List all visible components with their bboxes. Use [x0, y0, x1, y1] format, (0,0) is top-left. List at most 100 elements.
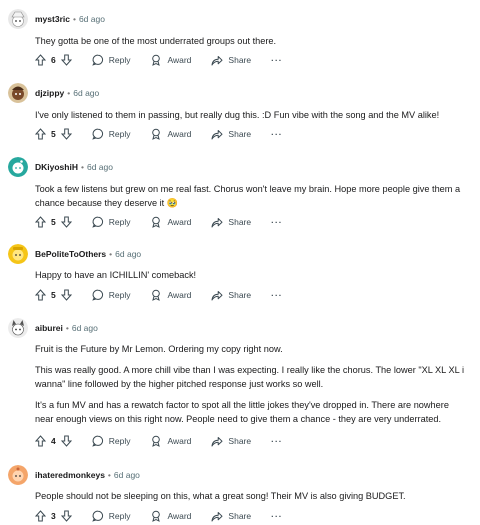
avatar[interactable]: [8, 9, 28, 29]
username[interactable]: ihateredmonkeys: [35, 470, 105, 480]
comment-body: Happy to have an ICHILLIN' comeback!: [35, 268, 465, 289]
comment-paragraph: It's a fun MV and has a rewatch factor t…: [35, 400, 449, 424]
reply-label: Reply: [108, 290, 131, 300]
comment-age[interactable]: 6d ago: [87, 162, 113, 172]
more-options-icon[interactable]: ···: [271, 511, 283, 521]
share-button[interactable]: Share: [211, 54, 251, 66]
reply-button[interactable]: Reply: [91, 289, 131, 301]
vote-count: 4: [51, 436, 56, 446]
reply-button[interactable]: Reply: [91, 510, 131, 522]
award-button[interactable]: Award: [150, 510, 191, 522]
reply-button[interactable]: Reply: [91, 54, 130, 66]
comment-age[interactable]: 6d ago: [115, 249, 141, 259]
share-arrow-icon: [211, 437, 223, 447]
downvote-icon[interactable]: [60, 54, 72, 66]
reply-button[interactable]: Reply: [91, 435, 131, 447]
reply-label: Reply: [108, 129, 131, 139]
comment-age[interactable]: 6d ago: [73, 88, 99, 98]
username[interactable]: myst3ric: [35, 14, 70, 24]
share-arrow-icon: [211, 218, 223, 228]
username[interactable]: djzippy: [35, 88, 64, 98]
comment-meta: ihateredmonkeys • 6d ago: [35, 469, 140, 481]
vote-count: 5: [51, 129, 56, 139]
avatar[interactable]: [8, 244, 28, 264]
more-options-icon[interactable]: ···: [271, 436, 283, 446]
reply-bubble-icon: [91, 128, 103, 140]
downvote-icon[interactable]: [60, 289, 72, 301]
award-button[interactable]: Award: [150, 289, 191, 301]
vote-count: 6: [51, 55, 56, 65]
upvote-icon[interactable]: [35, 510, 46, 522]
comment: djzippy • 6d ago I've only listened to the…: [0, 83, 480, 143]
comment-body: Took a few listens but grew on me real f…: [35, 182, 465, 217]
comment-actions: 3 Reply Award Share ···: [35, 509, 283, 523]
more-options-icon[interactable]: ···: [271, 55, 283, 65]
downvote-icon[interactable]: [60, 510, 72, 522]
downvote-icon[interactable]: [60, 216, 72, 228]
award-icon: [152, 435, 161, 447]
share-button[interactable]: Share: [211, 128, 251, 140]
reply-bubble-icon: [91, 435, 103, 447]
comment-actions: 5 Reply Award Share ···: [35, 215, 283, 229]
reply-label: Reply: [108, 436, 131, 446]
downvote-icon[interactable]: [60, 128, 72, 140]
comment-actions: 6 Reply Award Share ···: [35, 53, 283, 67]
reply-label: Reply: [108, 217, 131, 227]
award-button[interactable]: Award: [150, 216, 191, 228]
share-label: Share: [228, 129, 252, 139]
share-button[interactable]: Share: [211, 216, 251, 228]
vote-control: 6: [35, 54, 72, 66]
comment-meta: BePoliteToOthers • 6d ago: [35, 248, 141, 260]
comment: BePoliteToOthers • 6d ago Happy to have an…: [0, 244, 480, 304]
avatar[interactable]: [8, 157, 28, 177]
upvote-icon[interactable]: [35, 435, 46, 447]
reply-button[interactable]: Reply: [91, 128, 131, 140]
comment-age[interactable]: 6d ago: [72, 323, 98, 333]
vote-count: 5: [51, 217, 56, 227]
comment-age[interactable]: 6d ago: [114, 470, 140, 480]
reply-button[interactable]: Reply: [91, 216, 131, 228]
vote-count: 5: [51, 290, 56, 300]
username[interactable]: DKiyoshiH: [35, 162, 78, 172]
more-options-icon[interactable]: ···: [271, 129, 283, 139]
username[interactable]: aiburei: [35, 323, 63, 333]
upvote-icon[interactable]: [35, 289, 46, 301]
vote-control: 5: [35, 128, 72, 140]
upvote-icon[interactable]: [35, 54, 46, 66]
share-button[interactable]: Share: [211, 435, 251, 447]
more-options-icon[interactable]: ···: [271, 290, 283, 300]
vote-control: 4: [35, 435, 72, 447]
award-button[interactable]: Award: [150, 435, 191, 447]
comment-age[interactable]: 6d ago: [79, 14, 105, 24]
comment-paragraph: Took a few listens but grew on me real f…: [35, 184, 461, 208]
award-icon: [152, 128, 161, 140]
comment: DKiyoshiH • 6d ago Took a few listens but …: [0, 157, 480, 231]
reply-label: Reply: [108, 511, 131, 521]
comment-paragraph: They gotta be one of the most underrated…: [35, 36, 277, 46]
upvote-icon[interactable]: [35, 128, 46, 140]
reply-bubble-icon: [91, 289, 103, 301]
comment-paragraph: People should not be sleeping on this, w…: [35, 491, 406, 501]
meta-separator: •: [67, 88, 71, 98]
share-arrow-icon: [211, 130, 223, 140]
vote-count: 3: [51, 511, 56, 521]
avatar[interactable]: [8, 83, 28, 103]
award-button[interactable]: Award: [150, 128, 191, 140]
award-button[interactable]: Award: [150, 54, 191, 66]
meta-separator: •: [80, 162, 84, 172]
downvote-icon[interactable]: [60, 435, 72, 447]
comment-meta: DKiyoshiH • 6d ago: [35, 161, 113, 173]
upvote-icon[interactable]: [35, 216, 46, 228]
share-button[interactable]: Share: [211, 510, 251, 522]
comment-meta: djzippy • 6d ago: [35, 87, 99, 99]
share-label: Share: [228, 290, 252, 300]
avatar[interactable]: [8, 318, 28, 338]
more-options-icon[interactable]: ···: [271, 217, 283, 227]
username[interactable]: BePoliteToOthers: [35, 249, 106, 259]
comment-actions: 4 Reply Award Share ···: [35, 434, 283, 448]
avatar[interactable]: [8, 465, 28, 485]
comment-paragraph: I've only listened to them in passing, b…: [35, 110, 440, 120]
share-label: Share: [228, 436, 252, 446]
share-button[interactable]: Share: [211, 289, 251, 301]
comment-thread: myst3ric • 6d ago They gotta be one of the…: [0, 0, 480, 525]
